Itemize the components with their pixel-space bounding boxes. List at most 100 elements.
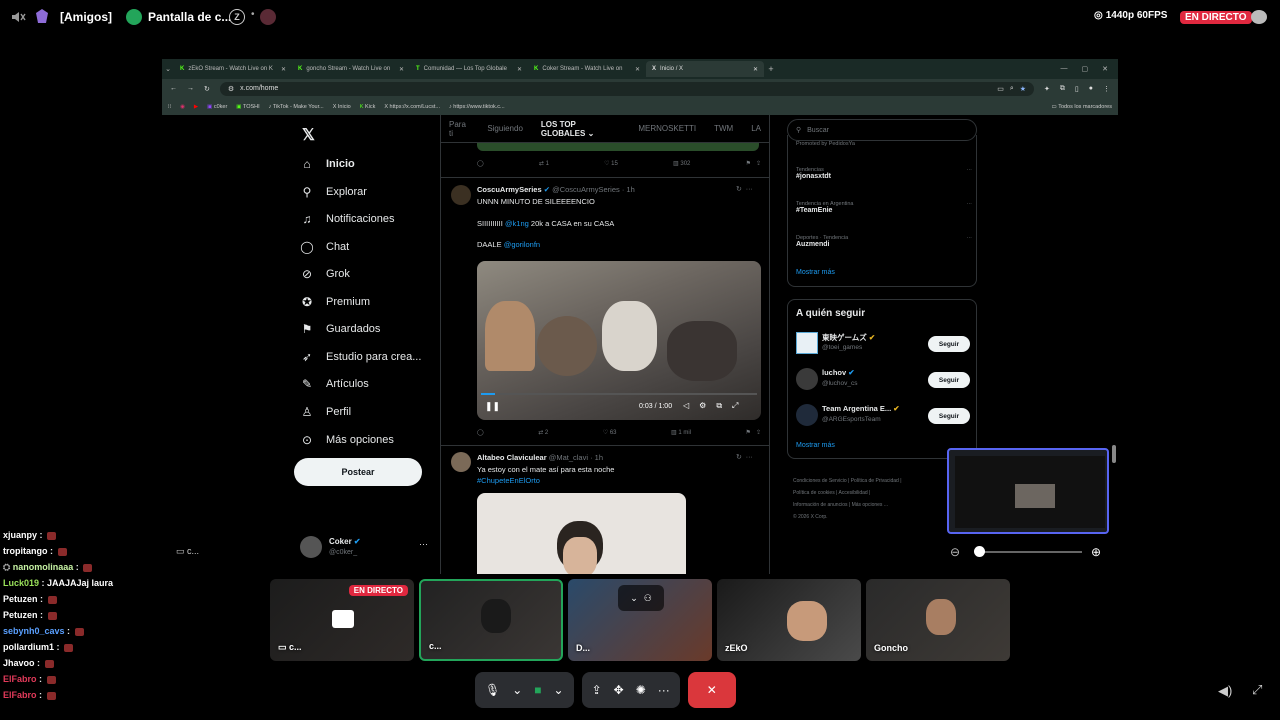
grok-icon[interactable]: ↻ [736,454,742,461]
browser-tab-active[interactable]: X Inicio / X ✕ [646,61,764,77]
camera-options-chevron-icon[interactable]: ⌄ [554,683,564,697]
bookmark-item[interactable]: X Inicio [333,104,351,110]
bookmark-item[interactable]: X https://x.com/Lucst... [384,104,440,110]
follow-suggestion[interactable]: 東映ゲームズ ✔ @toei_games Seguir [796,332,972,356]
chat-bubble-icon[interactable] [1251,10,1267,24]
nav-item-mas-opciones[interactable]: ⊙ Más opciones [300,433,394,447]
more-options-icon[interactable]: ··· [658,683,670,697]
zoom-icon[interactable]: ⌕ [1010,85,1014,93]
maximize-icon[interactable]: ▢ [1082,65,1089,73]
share-icon[interactable]: ⇪ [756,161,761,167]
camera-icon[interactable]: ■ [534,683,541,697]
tweet-author[interactable]: Altabeo Claviculear [477,453,547,462]
browser-tab[interactable]: T Comunidad — Los Top Globale ✕ [410,61,528,77]
reload-icon[interactable]: ↻ [204,85,210,93]
account-name[interactable]: Coker ✔ [329,537,361,546]
account-avatar[interactable] [300,536,322,558]
site-info-icon[interactable]: ⚙ [228,85,234,93]
extension-icon[interactable]: ✦ [1044,85,1050,93]
close-icon[interactable]: ✕ [281,66,286,73]
tab-la[interactable]: LA [751,124,761,133]
fullscreen-icon[interactable]: ⤢ [732,401,738,411]
like-button[interactable]: ♡ 15 [604,160,618,167]
close-icon[interactable]: ✕ [753,66,758,73]
tab-search-icon[interactable]: ⌄ [162,65,174,73]
star-icon[interactable]: ★ [1020,85,1026,93]
nav-item-grok[interactable]: ⊘ Grok [300,267,350,281]
tweet-author[interactable]: CoscuArmySeries [477,185,542,194]
youtube-icon[interactable]: ▶ [194,104,198,110]
bookmark-icon[interactable]: ⚑ [746,430,751,436]
close-icon[interactable]: ✕ [399,66,404,73]
bookmark-item[interactable]: K Kick [360,104,376,110]
retweet-button[interactable]: ⇄ 1 [539,160,549,167]
footer-link[interactable]: Política de Privacidad [851,478,899,484]
mention-link[interactable]: @k1ng [505,219,529,228]
video-progress-track[interactable] [481,393,757,395]
sidebar-icon[interactable]: ▯ [1075,85,1079,93]
trend-more-icon[interactable]: ··· [967,201,973,207]
back-icon[interactable]: ← [170,85,177,92]
settings-icon[interactable]: ⚙ [699,401,706,411]
more-icon[interactable]: ··· [746,454,753,461]
pause-icon[interactable]: ❚❚ [485,401,500,412]
tab-para-ti[interactable]: Para ti [449,120,469,138]
tweet-image[interactable] [477,493,686,574]
trend-item[interactable]: Tendencias #jonasxtdt ··· [796,167,972,180]
fullscreen-icon[interactable]: ⤢ [1252,682,1262,698]
browser-tab[interactable]: KzEkO Stream - Watch Live on K ✕ [174,61,292,77]
volume-icon[interactable]: ◁ [683,401,689,411]
participant-tile[interactable]: zEkO [717,579,861,661]
footer-link[interactable]: Más opciones ... [852,502,888,508]
trend-item[interactable]: Deportes · Tendencia Auzmendi ··· [796,235,972,248]
puzzle-icon[interactable]: ⧉ [1060,85,1065,93]
reply-icon[interactable]: ◯ [477,429,484,436]
participant-tile-speaking[interactable]: c... [419,579,563,661]
scrollbar-thumb[interactable] [1112,445,1116,463]
tweet-video[interactable]: ❚❚ 0:03 / 1:00 ◁ ⚙ ⧉ ⤢ [477,261,761,420]
bookmark-folder[interactable]: ▭ Todos los marcadores [1052,104,1112,110]
footer-link[interactable]: Condiciones de Servicio [793,478,847,484]
tile-controls[interactable]: ⌄ ⚇ [618,585,664,611]
account-more-icon[interactable]: ··· [419,539,428,549]
nav-item-chat[interactable]: ◯ Chat [300,240,349,254]
browser-tab[interactable]: Kgoncho Stream - Watch Live on ✕ [292,61,410,77]
views-button[interactable]: ▥ 302 [673,160,690,167]
soundboard-icon[interactable]: ✺ [636,683,646,697]
post-button[interactable]: Postear [294,458,422,486]
volume-icon[interactable]: ◀) [1218,683,1232,699]
menu-kebab-icon[interactable]: ⋮ [1103,85,1110,93]
more-icon[interactable]: ··· [746,186,753,193]
tab-los-top-globales[interactable]: LOS TOP GLOBALES ⌄ [541,120,620,138]
bookmark-item[interactable]: ♪ https://www.tiktok.c... [449,104,505,110]
share-icon[interactable]: ⇪ [756,430,761,436]
cast-icon[interactable]: ▭ [997,85,1004,93]
participant-tile[interactable]: Goncho [866,579,1010,661]
forward-icon[interactable]: → [187,85,194,92]
footer-link[interactable]: Accesibilidad [839,490,868,496]
bookmark-item[interactable]: ▣ TOSHI [236,104,259,110]
like-button[interactable]: ♡ 63 [603,429,617,436]
x-logo-icon[interactable]: 𝕏 [302,125,315,145]
nav-item-notificaciones[interactable]: ♫ Notificaciones [300,212,395,226]
bookmark-item[interactable]: ▣ c0ker [207,104,227,110]
mic-options-chevron-icon[interactable]: ⌄ [512,683,522,697]
nav-item-estudio[interactable]: ➶ Estudio para crea... [300,350,421,364]
zoom-in-icon[interactable]: ⊕ [1091,545,1101,559]
pip-icon[interactable]: ⧉ [716,401,722,411]
grok-icon[interactable]: ↻ [736,186,742,193]
footer-link[interactable]: Información de anuncios [793,502,847,508]
show-more-link[interactable]: Mostrar más [796,269,835,276]
hashtag-link[interactable]: #ChupeteEnElOrto [477,476,540,485]
zoom-slider-track[interactable] [978,551,1082,553]
footer-link[interactable]: Política de cookies [793,490,835,496]
trend-item[interactable]: Tendencia en Argentina #TeamEnie ··· [796,201,972,214]
tweet-avatar[interactable] [451,452,471,472]
profile-avatar[interactable]: ● [1089,85,1093,92]
nav-item-guardados[interactable]: ⚑ Guardados [300,322,381,336]
follow-button[interactable]: Seguir [928,408,970,424]
nav-item-explorar[interactable]: ⚲ Explorar [300,185,367,199]
nav-item-inicio[interactable]: ⌂ Inicio [300,157,354,171]
browser-tab[interactable]: K Coker Stream - Watch Live on ✕ [528,61,646,77]
screen-share-icon[interactable]: ⇪ [592,683,602,697]
